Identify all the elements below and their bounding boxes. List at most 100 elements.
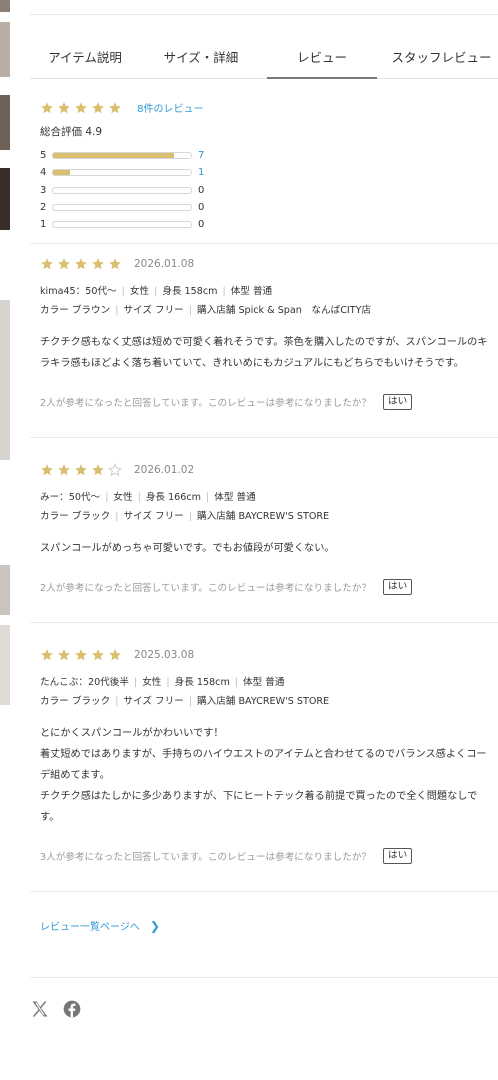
thumbnail-image[interactable] xyxy=(0,625,10,705)
reviewer-body-type: 体型 普通 xyxy=(230,286,273,297)
review-paragraph: スパンコールがめっちゃ可愛いです。でもお値段が可愛くない。 xyxy=(40,543,335,554)
distribution-row: 3 0 xyxy=(40,182,480,199)
reviewer-body-type: 体型 普通 xyxy=(214,492,256,503)
purchase-size: サイズ フリー xyxy=(123,696,184,707)
tab-staff-reviews[interactable]: スタッフレビュー xyxy=(385,44,498,78)
helpful-prompt: 3人が参考になったと回答しています。このレビューは参考になりましたか？ はい xyxy=(40,848,488,864)
review-stars xyxy=(40,648,122,662)
thumbnail-image[interactable] xyxy=(0,565,10,615)
distribution-bar xyxy=(52,186,192,194)
tab-bar: アイテム説明 サイズ・詳細 レビュー スタッフレビュー xyxy=(30,44,498,79)
helpful-text: 2人が参考になったと回答しています。このレビューは参考になりましたか？ xyxy=(40,398,372,409)
distribution-row: 2 0 xyxy=(40,199,480,216)
reviewer-gender: 女性 xyxy=(142,677,162,688)
review-paragraph: 着丈短めではありますが、手持ちのハイウエストのアイテムと合わせてるのでバランス感… xyxy=(40,749,487,781)
star-filled-icon xyxy=(75,101,87,113)
review-stars xyxy=(40,257,122,271)
distribution-count: 0 xyxy=(198,202,205,214)
section-divider xyxy=(30,977,498,978)
review-date: 2026.01.08 xyxy=(134,258,195,270)
distribution-row: 1 0 xyxy=(40,216,480,233)
review-paragraph: チクチク感はたしかに多少ありますが、下にヒートテック着る前提で買ったので全く問題… xyxy=(40,791,478,823)
star-filled-icon xyxy=(41,101,53,113)
review-item: 2026.01.08 kima45：50代〜 | 女性 | 身長 158cm | 体型 普通… xyxy=(40,256,488,410)
reviewer-name: kima45：50代〜 xyxy=(40,286,117,297)
share-buttons xyxy=(30,999,82,1019)
star-empty-icon xyxy=(108,463,122,477)
reviewer-meta: みー：50代〜 | 女性 | 身長 166cm | 体型 普通 カラー ブラック | サイズ フ… xyxy=(40,492,330,522)
distribution-count[interactable]: 7 xyxy=(198,150,204,161)
review-count-link[interactable]: 8件のレビュー xyxy=(137,104,203,115)
summary-stars xyxy=(40,101,122,115)
thumbnail-image[interactable] xyxy=(0,300,10,460)
x-icon[interactable] xyxy=(30,999,50,1019)
star-filled-icon xyxy=(58,464,70,476)
review-item: 2025.03.08 たんこぶ：20代後半 | 女性 | 身長 158cm | 体型 普通 … xyxy=(40,647,488,864)
star-filled-icon xyxy=(75,649,87,661)
helpful-yes-button[interactable]: はい xyxy=(383,579,413,595)
star-filled-icon xyxy=(109,258,121,270)
distribution-level: 4 xyxy=(40,167,47,179)
reviewer-gender: 女性 xyxy=(129,286,150,297)
purchase-store: 購入店舗 BAYCREW'S STORE xyxy=(197,511,330,522)
reviewer-height: 身長 166cm xyxy=(145,492,202,503)
star-filled-icon xyxy=(41,258,53,270)
chevron-right-icon: ❯ xyxy=(149,918,160,933)
star-filled-icon xyxy=(41,464,53,476)
star-filled-icon xyxy=(92,464,104,476)
tab-item-description[interactable]: アイテム説明 xyxy=(44,44,126,78)
distribution-count[interactable]: 1 xyxy=(198,167,204,178)
star-filled-icon xyxy=(58,258,70,270)
star-filled-icon xyxy=(58,101,70,113)
review-text: スパンコールがめっちゃ可愛いです。でもお値段が可愛くない。 xyxy=(40,538,488,559)
review-paragraph: とにかくスパンコールがかわいいです！ xyxy=(40,728,224,739)
star-filled-icon xyxy=(41,649,53,661)
review-list-link[interactable]: レビュー一覧ページへ ❯ xyxy=(40,918,160,934)
distribution-count: 0 xyxy=(198,219,205,231)
helpful-text: 3人が参考になったと回答しています。このレビューは参考になりましたか？ xyxy=(40,852,372,863)
purchase-color: カラー ブラック xyxy=(40,511,111,522)
helpful-text: 2人が参考になったと回答しています。このレビューは参考になりましたか？ xyxy=(40,583,372,594)
star-filled-icon xyxy=(109,649,121,661)
distribution-bar xyxy=(52,204,192,212)
thumbnail-image[interactable] xyxy=(0,22,10,77)
top-divider xyxy=(30,14,498,15)
star-filled-icon xyxy=(109,101,121,113)
purchase-store: 購入店舗 BAYCREW'S STORE xyxy=(197,696,330,707)
reviewer-height: 身長 158cm xyxy=(162,286,218,297)
star-filled-icon xyxy=(92,258,104,270)
distribution-bar xyxy=(52,152,192,160)
purchase-size: サイズ フリー xyxy=(123,305,184,316)
star-filled-icon xyxy=(75,464,87,476)
reviewer-meta: kima45：50代〜 | 女性 | 身長 158cm | 体型 普通 カラー ブラウン | サ… xyxy=(40,286,372,316)
section-divider xyxy=(30,622,498,623)
review-text: チクチク感もなく丈感は短めで可愛く着れそうです。茶色を購入したのですが、スパンコ… xyxy=(40,332,488,374)
thumbnail-image[interactable] xyxy=(0,95,10,150)
star-filled-icon xyxy=(75,258,87,270)
review-item: 2026.01.02 みー：50代〜 | 女性 | 身長 166cm | 体型 普通 カラー… xyxy=(40,462,488,595)
tab-reviews[interactable]: レビュー xyxy=(267,44,377,79)
reviewer-gender: 女性 xyxy=(113,492,133,503)
tab-size-details[interactable]: サイズ・詳細 xyxy=(160,44,242,78)
section-divider xyxy=(30,891,498,892)
purchase-color: カラー ブラウン xyxy=(40,305,111,316)
helpful-yes-button[interactable]: はい xyxy=(383,394,413,410)
distribution-level: 2 xyxy=(40,202,47,214)
thumbnail-image[interactable] xyxy=(0,0,10,12)
distribution-level: 3 xyxy=(40,184,47,196)
thumbnail-image[interactable] xyxy=(0,168,10,230)
review-date: 2025.03.08 xyxy=(134,649,195,661)
review-date: 2026.01.02 xyxy=(134,464,195,476)
purchase-size: サイズ フリー xyxy=(123,511,184,522)
review-stars xyxy=(40,463,122,477)
distribution-level: 1 xyxy=(40,219,47,231)
review-text: とにかくスパンコールがかわいいです！ 着丈短めではありますが、手持ちのハイウエス… xyxy=(40,723,488,828)
rating-distribution: 5 7 4 1 3 0 2 0 1 0 xyxy=(40,147,480,233)
purchase-color: カラー ブラック xyxy=(40,696,111,707)
helpful-yes-button[interactable]: はい xyxy=(383,848,413,864)
facebook-icon[interactable] xyxy=(62,999,82,1019)
distribution-row: 5 7 xyxy=(40,147,480,164)
review-summary: 8件のレビュー 総合評価 4.9 5 7 4 1 3 0 2 0 1 0 xyxy=(40,97,480,233)
helpful-prompt: 2人が参考になったと回答しています。このレビューは参考になりましたか？ はい xyxy=(40,394,488,410)
distribution-level: 5 xyxy=(40,150,47,162)
